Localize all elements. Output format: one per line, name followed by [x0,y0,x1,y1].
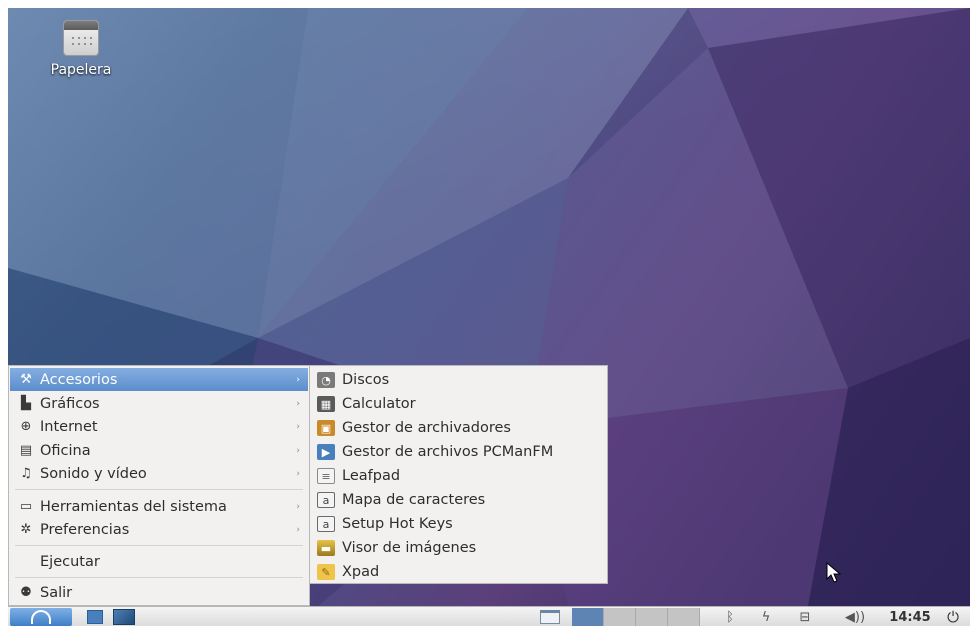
bluetooth-icon[interactable]: ᛒ [720,608,740,626]
menu-item-graficos[interactable]: ▙ Gráficos › [10,392,308,415]
submenu-item-charmap[interactable]: a Mapa de caracteres [311,488,606,512]
accessories-icon: ⚒ [20,372,32,387]
submenu-item-label: Leafpad [342,468,401,484]
menu-item-accesorios[interactable]: ⚒ Accesorios › [10,368,308,391]
submenu-arrow-icon: › [296,524,300,535]
workspace-3[interactable] [636,608,668,626]
character-map-icon: a [317,492,335,508]
menu-item-label: Oficina [40,442,91,459]
menu-item-label: Ejecutar [40,553,100,570]
submenu-arrow-icon: › [296,421,300,432]
text-editor-icon: ≡ [317,468,335,484]
submenu-arrow-icon: › [296,398,300,409]
menu-item-label: Preferencias [40,521,130,538]
power-icon[interactable]: ⏻ [942,608,964,626]
mouse-cursor-icon [826,562,842,583]
menu-item-herramientas[interactable]: ▭ Herramientas del sistema › [10,495,308,518]
menu-item-ejecutar[interactable]: Ejecutar [10,550,308,573]
show-desktop-icon [540,610,560,624]
submenu-item-label: Setup Hot Keys [342,516,453,532]
file-manager-icon [87,610,103,624]
disks-icon: ◔ [317,372,335,388]
submenu-item-label: Calculator [342,396,416,412]
network-icon[interactable]: ⊟ [792,608,818,626]
submenu-item-hotkeys[interactable]: a Setup Hot Keys [311,512,606,536]
taskbar: ᛒ ϟ ⊟ ◀)) 14:45 ⏻ [8,606,970,626]
workspace-4[interactable] [668,608,700,626]
submenu-item-xpad[interactable]: ✎ Xpad [311,560,606,584]
lubuntu-logo-icon [31,610,51,624]
clock[interactable]: 14:45 [884,608,936,626]
submenu-item-discos[interactable]: ◔ Discos [311,368,606,392]
submenu-item-calculator[interactable]: ▦ Calculator [311,392,606,416]
submenu-arrow-icon: › [296,445,300,456]
submenu-arrow-icon: › [296,374,300,385]
volume-icon[interactable]: ◀)) [840,608,870,626]
preferences-icon: ✲ [20,522,32,537]
submenu-arrow-icon: › [296,501,300,512]
office-icon: ▤ [19,443,33,458]
browser-icon [113,609,135,625]
menu-item-preferencias[interactable]: ✲ Preferencias › [10,518,308,541]
accessories-submenu: ◔ Discos ▦ Calculator ▣ Gestor de archiv… [309,365,608,584]
menu-separator [15,489,303,490]
file-manager-icon: ▶ [317,444,335,460]
launcher-browser[interactable] [112,608,136,626]
submenu-item-leafpad[interactable]: ≡ Leafpad [311,464,606,488]
image-viewer-icon: ▬ [317,540,335,556]
calculator-icon: ▦ [317,396,335,412]
menu-item-sonido-video[interactable]: ♫ Sonido y vídeo › [10,462,308,485]
graphics-icon: ▙ [21,396,31,411]
menu-item-salir[interactable]: ⚉ Salir [10,581,308,604]
menu-item-label: Gráficos [40,395,100,412]
desktop-icon-trash[interactable]: Papelera [36,20,126,78]
menu-item-label: Internet [40,418,98,435]
submenu-item-label: Visor de imágenes [342,540,477,556]
menu-item-label: Sonido y vídeo [40,465,147,482]
submenu-item-label: Mapa de caracteres [342,492,486,508]
xpad-icon: ✎ [317,564,335,580]
sound-video-icon: ♫ [20,466,32,481]
trash-icon [63,20,99,56]
start-menu: ⚒ Accesorios › ▙ Gráficos › ⊕ Internet ›… [8,365,310,606]
launcher-file-manager[interactable] [84,608,106,626]
submenu-item-label: Xpad [342,564,380,580]
desktop-icon-label: Papelera [50,62,112,78]
logout-icon: ⚉ [20,585,32,600]
menu-separator [15,577,303,578]
menu-item-label: Salir [40,584,73,601]
show-desktop-button[interactable] [538,608,562,626]
start-menu-button[interactable] [10,608,72,626]
menu-item-internet[interactable]: ⊕ Internet › [10,415,308,438]
menu-separator [15,545,303,546]
hotkeys-icon: a [317,516,335,532]
submenu-item-image-viewer[interactable]: ▬ Visor de imágenes [311,536,606,560]
submenu-item-pcmanfm[interactable]: ▶ Gestor de archivos PCManFM [311,440,606,464]
submenu-arrow-icon: › [296,468,300,479]
menu-item-label: Herramientas del sistema [40,498,227,515]
workspace-1[interactable] [572,608,604,626]
archive-manager-icon: ▣ [317,420,335,436]
menu-item-label: Accesorios [40,371,118,388]
submenu-item-archive-manager[interactable]: ▣ Gestor de archivadores [311,416,606,440]
menu-item-oficina[interactable]: ▤ Oficina › [10,439,308,462]
system-tools-icon: ▭ [19,499,33,514]
workspace-2[interactable] [604,608,636,626]
submenu-item-label: Gestor de archivos PCManFM [342,444,554,460]
internet-icon: ⊕ [20,419,32,434]
submenu-item-label: Discos [342,372,390,388]
power-charge-icon[interactable]: ϟ [756,608,776,626]
submenu-item-label: Gestor de archivadores [342,420,511,436]
